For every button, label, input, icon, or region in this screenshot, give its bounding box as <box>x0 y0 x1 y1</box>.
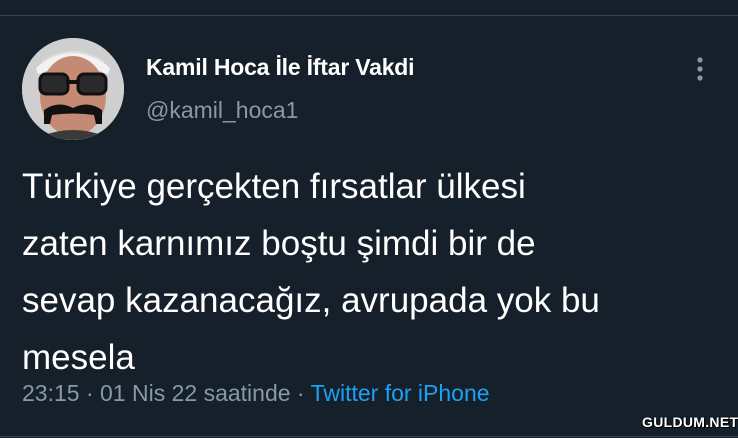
tweet-text-line: Türkiye gerçekten fırsatlar ülkesi <box>22 167 526 206</box>
tweet-time[interactable]: 23:15 <box>22 380 80 406</box>
tweet-text-line: sevap kazanacağız, avrupada yok bu <box>22 281 600 320</box>
author-display-name[interactable]: Kamil Hoca İle İftar Vakdi <box>146 54 415 81</box>
tweet-text-line: zaten karnımız boştu şimdi bir de <box>22 224 536 263</box>
avatar[interactable] <box>22 38 124 140</box>
separator-dot: · <box>296 380 305 406</box>
author-handle[interactable]: @kamil_hoca1 <box>146 97 298 124</box>
tweet-date[interactable]: 01 Nis 22 saatinde <box>100 380 291 406</box>
top-divider <box>0 15 738 16</box>
more-vertical-icon[interactable] <box>690 56 710 82</box>
tweet-text: Türkiye gerçekten fırsatlar ülkesi zaten… <box>22 158 712 386</box>
bottom-divider <box>0 436 738 437</box>
watermark-logo: GULDUM.NET <box>642 414 738 430</box>
avatar-image <box>22 38 124 140</box>
tweet-source-link[interactable]: Twitter for iPhone <box>311 380 490 406</box>
separator-dot: · <box>85 380 94 406</box>
tweet-metadata: 23:15 · 01 Nis 22 saatinde · Twitter for… <box>22 380 490 407</box>
tweet-text-line: mesela <box>22 338 135 377</box>
